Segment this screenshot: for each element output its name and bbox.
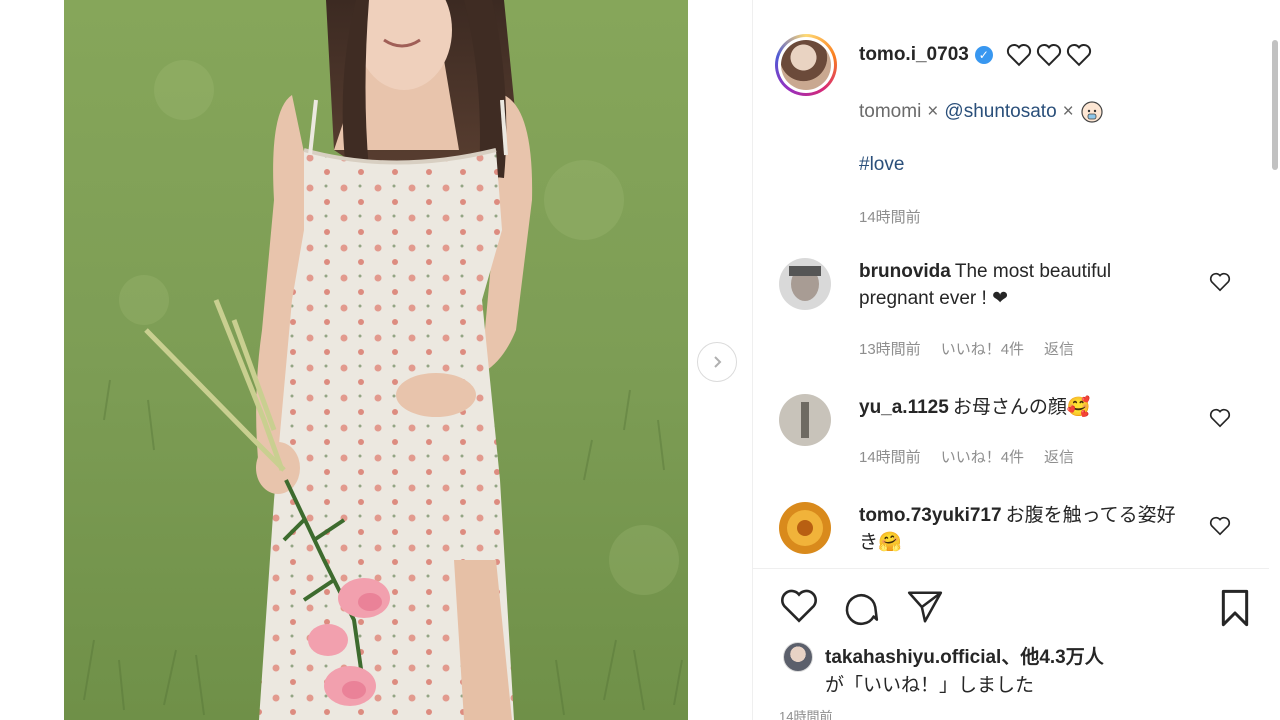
comment-like-button[interactable] <box>1209 408 1231 433</box>
comment-like-button[interactable] <box>1209 516 1231 541</box>
comment-like-count[interactable]: いいね！4件 <box>941 338 1024 359</box>
comment-username[interactable]: brunovida <box>859 261 951 282</box>
likes-suffix-text: が「いいね！」しました <box>825 675 1035 696</box>
caption-times: × <box>927 101 939 122</box>
share-button[interactable] <box>905 588 945 631</box>
comment-icon <box>845 594 879 626</box>
caption-timestamp: 14時間前 <box>859 209 921 226</box>
comment-username[interactable]: yu_a.1125 <box>859 397 949 418</box>
caption-name: tomomi <box>859 101 922 122</box>
author-avatar[interactable] <box>775 34 837 96</box>
heart-outline-icon <box>1036 43 1061 67</box>
likes-count-text[interactable]: takahashiyu.official、他4.3万人 <box>825 642 1104 669</box>
comment-body: yu_a.1125 お母さんの顔🥰 <box>859 394 1189 421</box>
comment-meta: 14時間前 いいね！4件 返信 <box>859 446 1074 467</box>
instagram-post-view: tomo.i_0703 ✓ tomomi × @shuntosato × #lo… <box>0 0 1280 720</box>
post-actions-bar <box>779 588 1249 628</box>
heart-outline-icon <box>1006 43 1031 67</box>
comment-body: tomo.73yuki717 お腹を触ってる姿好き🤗 <box>859 502 1189 556</box>
heart-icon <box>781 589 817 623</box>
post-photo[interactable] <box>64 0 688 720</box>
comment-time: 14時間前 <box>859 449 921 466</box>
heart-icon <box>1209 272 1231 292</box>
comment-body: brunovida The most beautiful pregnant eve… <box>859 258 1189 312</box>
comment-like-count[interactable]: いいね！4件 <box>941 446 1024 467</box>
commenter-avatar[interactable] <box>779 502 831 554</box>
baby-emoji-icon <box>1081 101 1103 123</box>
hashtag-link[interactable]: #love <box>859 154 904 176</box>
comment-meta: 13時間前 いいね！4件 返信 <box>859 338 1074 359</box>
photo-illustration <box>64 0 688 720</box>
comment-button[interactable] <box>841 588 881 631</box>
comment-reply-button[interactable]: 返信 <box>1044 446 1074 467</box>
like-button[interactable] <box>779 588 819 629</box>
post-side-panel: tomo.i_0703 ✓ tomomi × @shuntosato × #lo… <box>752 0 1269 720</box>
comment-reply-button[interactable]: 返信 <box>1044 338 1074 359</box>
heart-outline-icon <box>1066 43 1091 67</box>
commenter-avatar[interactable] <box>779 394 831 446</box>
caption-text: tomomi × @shuntosato × <box>859 100 1104 124</box>
caption-header: tomo.i_0703 ✓ <box>859 43 1093 67</box>
chevron-right-icon <box>714 356 722 368</box>
panel-scrollbar[interactable] <box>1272 40 1278 170</box>
save-button[interactable] <box>1217 588 1253 633</box>
comment-text: お母さんの顔🥰 <box>952 397 1091 418</box>
mention-link[interactable]: @shuntosato <box>944 101 1056 123</box>
caption-hearts <box>1005 43 1093 67</box>
next-photo-button[interactable] <box>697 342 737 382</box>
heart-icon <box>1209 516 1231 536</box>
comment-like-button[interactable] <box>1209 272 1231 297</box>
actions-divider <box>753 568 1269 569</box>
heart-icon <box>1209 408 1231 428</box>
comments-scroll-area[interactable]: tomo.i_0703 ✓ tomomi × @shuntosato × #lo… <box>753 0 1269 568</box>
post-timestamp: 14時間前 <box>779 709 833 720</box>
author-username[interactable]: tomo.i_0703 <box>859 44 969 66</box>
commenter-avatar[interactable] <box>779 258 831 310</box>
comment-username[interactable]: tomo.73yuki717 <box>859 505 1002 526</box>
caption-times-2: × <box>1062 101 1074 122</box>
comment-time: 13時間前 <box>859 341 921 358</box>
bookmark-icon <box>1221 589 1249 627</box>
share-icon <box>907 591 943 623</box>
likes-summary: takahashiyu.official、他4.3万人 が「いいね！」しました <box>779 640 1249 696</box>
liker-avatar[interactable] <box>783 642 813 672</box>
verified-badge-icon: ✓ <box>974 46 993 64</box>
